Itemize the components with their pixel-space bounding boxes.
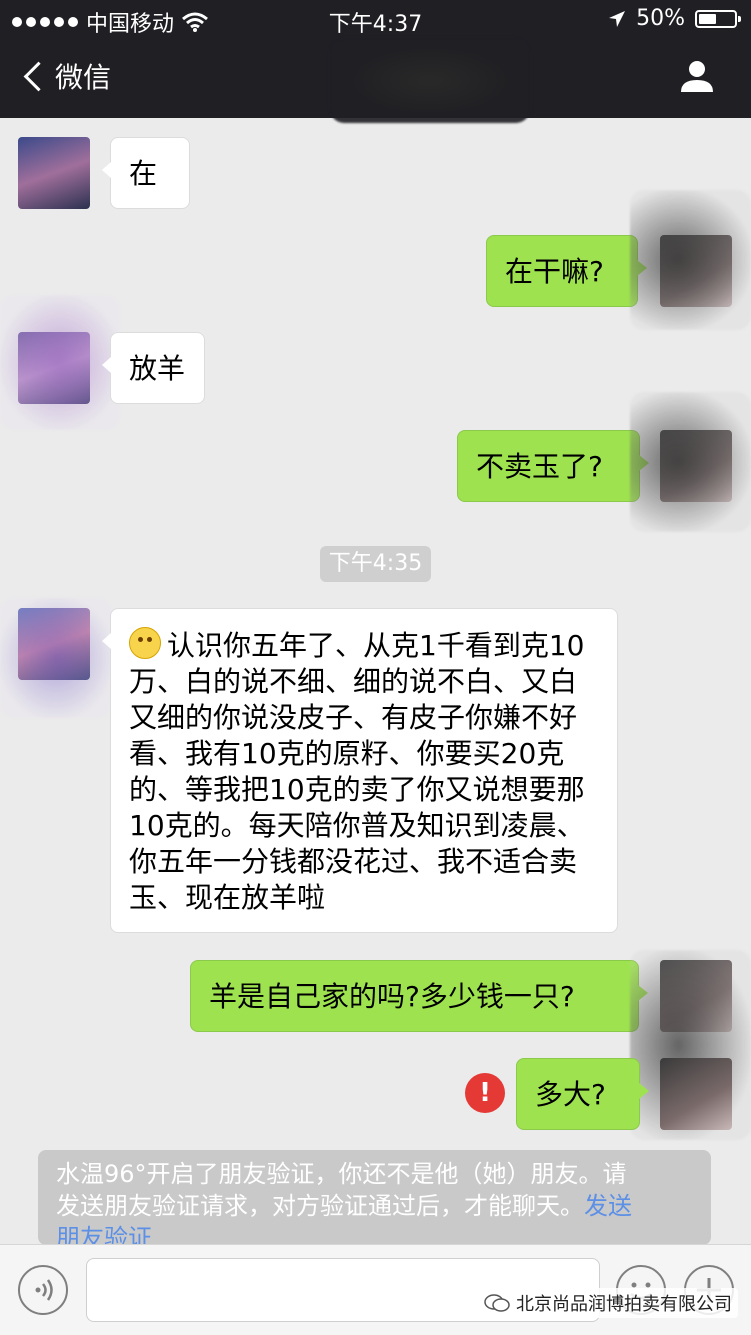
watermark: 北京尚品润博拍卖有限公司: [478, 1288, 738, 1318]
back-label: 微信: [55, 61, 112, 94]
message-text: 多大?: [535, 1078, 606, 1111]
message-bubble-outgoing[interactable]: 多大?: [516, 1058, 649, 1130]
location-arrow-icon: [609, 10, 626, 27]
status-bar: 中国移动 下午4:37 50%: [0, 0, 751, 38]
message-text: 在干嘛?: [505, 255, 604, 288]
timestamp-chip: 下午4:35: [320, 546, 431, 582]
notice-line: 水温96°开启了朋友验证，你还不是他（她）朋友。请: [56, 1160, 627, 1188]
battery-icon: [695, 9, 741, 28]
chevron-left-icon: [23, 61, 54, 91]
message-text: 在: [129, 157, 158, 190]
long-message-line: 玉、现在放羊啦: [129, 881, 326, 914]
message-bubble-outgoing[interactable]: 在干嘛?: [486, 235, 647, 307]
friend-verification-notice: 水温96°开启了朋友验证，你还不是他（她）朋友。请 发送朋友验证请求，对方验证通…: [38, 1150, 711, 1245]
message-text: 羊是自己家的吗?多少钱一只?: [209, 980, 575, 1013]
message-bubble-outgoing[interactable]: 羊是自己家的吗?多少钱一只?: [190, 960, 648, 1032]
message-bubble-outgoing[interactable]: 不卖玉了?: [457, 430, 649, 502]
worried-face-emoji-icon: [129, 627, 161, 659]
long-message-line: 你五年一分钱都没花过、我不适合卖: [129, 845, 578, 878]
redaction-scribble: [630, 392, 751, 532]
message-bubble-incoming[interactable]: 认识你五年了、从克1千看到克10 万、白的说不细、细的说不白、又白 又细的你说没…: [102, 608, 618, 933]
redaction-scribble: [0, 598, 112, 718]
notice-line: 朋友验证: [56, 1222, 693, 1245]
voice-button[interactable]: [18, 1265, 68, 1315]
message-text: 不卖玉了?: [476, 450, 603, 483]
long-message-line: 又细的你说没皮子、有皮子你嫌不好: [129, 701, 578, 734]
send-failed-icon[interactable]: !: [465, 1073, 505, 1113]
message-bubble-incoming[interactable]: 在: [102, 137, 190, 209]
message-text: 放羊: [129, 352, 186, 385]
long-message-line: 万、白的说不细、细的说不白、又白: [129, 665, 578, 698]
nav-bar: 微信: [0, 38, 751, 123]
wechat-logo-icon: [484, 1294, 510, 1312]
redaction-scribble: [630, 190, 751, 330]
notice-line: 发送朋友验证请求，对方验证通过后，才能聊天。发送: [56, 1192, 632, 1220]
long-message-line: 10克的。每天陪你普及知识到凌晨、: [129, 809, 585, 842]
battery-percent: 50%: [636, 6, 685, 31]
long-message-line: 看、我有10克的原籽、你要买20克: [129, 737, 565, 770]
back-button[interactable]: 微信: [22, 56, 111, 96]
profile-icon[interactable]: [677, 56, 717, 96]
contact-avatar[interactable]: [18, 137, 90, 209]
long-message-line: 认识你五年了、从克1千看到克10: [129, 627, 599, 664]
message-bubble-incoming[interactable]: 放羊: [102, 332, 205, 404]
voice-icon: [35, 1279, 53, 1301]
friend-verification-link[interactable]: 朋友验证: [56, 1224, 152, 1245]
redaction-scribble: [330, 38, 530, 123]
send-verification-link[interactable]: 发送: [584, 1192, 632, 1220]
my-avatar[interactable]: [660, 1058, 732, 1130]
long-message-line: 的、等我把10克的卖了你又说想要那: [129, 773, 585, 806]
